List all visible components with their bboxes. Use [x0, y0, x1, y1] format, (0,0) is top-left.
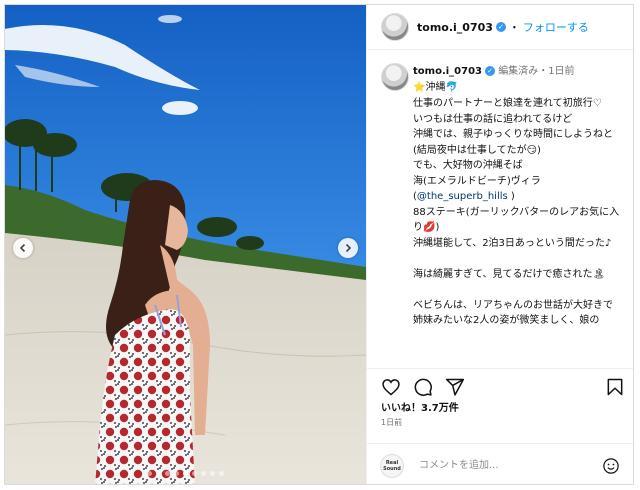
meta-separator: ・: [538, 66, 549, 77]
comment-input[interactable]: [417, 459, 591, 472]
post-sidebar: tomo.i_0703 ✓ ・ フォローする tomo.i_0703 ✓ 編集済み…: [366, 5, 633, 484]
caption-first-line: ⭐️沖縄🐬: [413, 81, 458, 93]
chevron-left-icon: [19, 243, 26, 253]
carousel-dot: [192, 471, 197, 476]
emoji-icon: [603, 458, 619, 474]
share-icon: [445, 378, 465, 396]
carousel-dot: [219, 471, 224, 476]
emoji-button[interactable]: [602, 457, 620, 479]
caption-author-avatar[interactable]: [381, 63, 409, 91]
comment-icon: [414, 378, 432, 396]
follow-button[interactable]: フォローする: [523, 19, 589, 35]
author-username[interactable]: tomo.i_0703: [417, 21, 493, 34]
carousel-dot: [210, 471, 215, 476]
carousel-indicator: [5, 471, 366, 476]
carousel-dot: [201, 471, 206, 476]
heart-icon: [382, 379, 400, 396]
instagram-post-modal: tomo.i_0703 ✓ ・ フォローする tomo.i_0703 ✓ 編集済み…: [4, 4, 634, 485]
carousel-dot: [156, 471, 161, 476]
brand-logo-text-2: Sound: [383, 465, 401, 472]
post-photo: [5, 5, 366, 484]
comment-button[interactable]: [413, 377, 433, 401]
author-avatar[interactable]: [381, 13, 409, 41]
caption-section: tomo.i_0703 ✓ 編集済み・1日前 ⭐️沖縄🐬 仕事のパートナーと娘達を…: [367, 50, 633, 368]
verified-badge-icon: ✓: [485, 66, 495, 76]
post-header: tomo.i_0703 ✓ ・ フォローする: [367, 5, 633, 50]
caption-body-continued: ) 88ステーキ(ガーリックバターのレアお気に入り💋) 沖縄堪能して、2泊3日あ…: [413, 191, 620, 326]
post-date: 1日前: [381, 418, 403, 427]
verified-badge-icon: ✓: [495, 22, 506, 32]
carousel-dot: [165, 471, 170, 476]
separator: ・: [508, 21, 520, 34]
caption-time: 1日前: [548, 66, 575, 77]
share-button[interactable]: [445, 377, 465, 401]
carousel-dot: [183, 471, 188, 476]
carousel-prev-button[interactable]: [13, 238, 33, 258]
carousel-dot: [147, 471, 152, 476]
action-bar: [367, 368, 633, 397]
save-button[interactable]: [605, 377, 625, 401]
carousel-next-button[interactable]: [338, 238, 358, 258]
chevron-right-icon: [345, 243, 352, 253]
mention-link[interactable]: @the_superb_hills: [417, 191, 508, 202]
caption-username[interactable]: tomo.i_0703: [413, 66, 482, 77]
comment-box: Real Sound: [367, 443, 633, 484]
edited-label: 編集済み: [498, 66, 539, 77]
like-button[interactable]: [381, 377, 401, 401]
viewer-avatar: Real Sound: [380, 453, 404, 478]
caption-body: 仕事のパートナーと娘達を連れて初旅行♡ いつもは仕事の話に追われてるけど 沖縄で…: [413, 98, 613, 202]
caption-text: tomo.i_0703 ✓ 編集済み・1日前 ⭐️沖縄🐬 仕事のパートナーと娘達を…: [413, 64, 625, 329]
like-count[interactable]: いいね！3.7万件: [381, 399, 459, 414]
bookmark-icon: [607, 378, 623, 396]
carousel-dot: [174, 471, 179, 476]
